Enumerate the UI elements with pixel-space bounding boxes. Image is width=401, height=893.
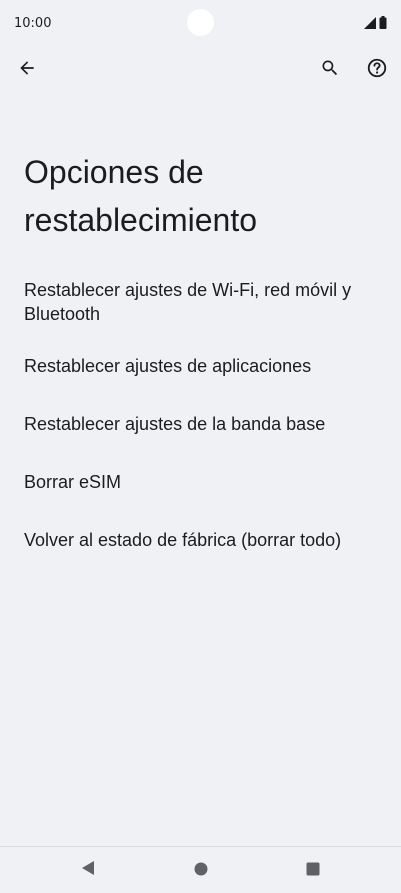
option-label: Restablecer ajustes de aplicaciones (24, 356, 312, 376)
square-recents-icon (306, 861, 320, 880)
option-reset-app-preferences[interactable]: Restablecer ajustes de aplicaciones (0, 346, 401, 404)
battery-icon (379, 14, 387, 33)
status-bar: 10:00 (0, 0, 401, 46)
app-bar (0, 50, 401, 90)
help-icon (366, 57, 388, 83)
triangle-back-icon (81, 860, 95, 880)
option-label: Volver al estado de fábrica (borrar todo… (24, 530, 342, 550)
status-time: 10:00 (14, 16, 52, 31)
option-reset-baseband[interactable]: Restablecer ajustes de la banda base (0, 404, 401, 462)
nav-recents-button[interactable] (298, 855, 328, 885)
page-title: Opciones de restablecimiento (24, 154, 257, 238)
options-list: Restablecer ajustes de Wi-Fi, red móvil … (0, 270, 401, 578)
option-label: Borrar eSIM (24, 472, 122, 492)
option-label: Restablecer ajustes de Wi-Fi, red móvil … (24, 280, 352, 324)
option-label: Restablecer ajustes de la banda base (24, 414, 326, 434)
option-factory-reset[interactable]: Volver al estado de fábrica (borrar todo… (0, 520, 401, 578)
back-button[interactable] (9, 52, 45, 88)
search-icon (320, 58, 340, 82)
arrow-back-icon (17, 58, 37, 82)
circle-home-icon (194, 861, 208, 880)
nav-back-button[interactable] (73, 855, 103, 885)
option-reset-network[interactable]: Restablecer ajustes de Wi-Fi, red móvil … (0, 270, 401, 340)
signal-icon (364, 14, 376, 33)
status-icons (364, 14, 387, 33)
search-button[interactable] (312, 52, 348, 88)
nav-home-button[interactable] (186, 855, 216, 885)
help-button[interactable] (359, 52, 395, 88)
option-erase-esim[interactable]: Borrar eSIM (0, 462, 401, 520)
camera-cutout (187, 9, 214, 36)
navigation-bar (0, 846, 401, 893)
